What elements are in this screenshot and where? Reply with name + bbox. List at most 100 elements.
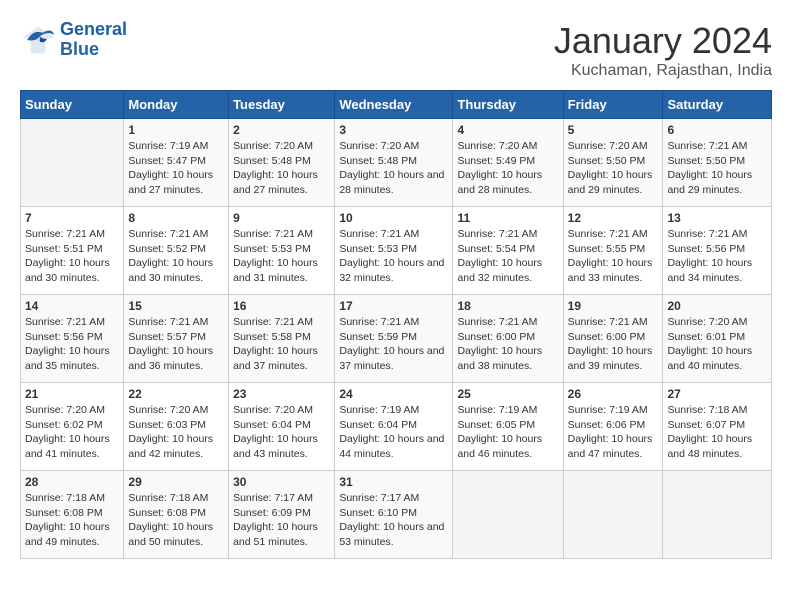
week-row-4: 28 Sunrise: 7:18 AMSunset: 6:08 PMDayligh… [21,471,772,559]
day-number: 15 [128,299,224,313]
calendar-cell [453,471,563,559]
calendar-cell: 9 Sunrise: 7:21 AMSunset: 5:53 PMDaylight… [229,207,335,295]
calendar-cell: 25 Sunrise: 7:19 AMSunset: 6:05 PMDayligh… [453,383,563,471]
day-info: Sunrise: 7:21 AMSunset: 5:58 PMDaylight:… [233,315,330,374]
calendar-cell: 3 Sunrise: 7:20 AMSunset: 5:48 PMDaylight… [335,119,453,207]
calendar-cell: 29Sunrise: 7:18 AMSunset: 6:08 PMDayligh… [124,471,229,559]
day-info: Sunrise: 7:21 AMSunset: 5:59 PMDaylight:… [339,315,448,374]
day-number: 25 [457,387,558,401]
day-info: Sunrise: 7:20 AMSunset: 5:48 PMDaylight:… [339,139,448,198]
month-title: January 2024 [554,20,772,62]
calendar-cell: 7Sunrise: 7:21 AMSunset: 5:51 PMDaylight… [21,207,124,295]
logo-text-blue: Blue [60,40,127,60]
calendar-cell: 24 Sunrise: 7:19 AMSunset: 6:04 PMDayligh… [335,383,453,471]
day-number: 3 [339,123,448,137]
day-info: Sunrise: 7:21 AMSunset: 5:52 PMDaylight:… [128,227,224,286]
calendar-cell: 5Sunrise: 7:20 AMSunset: 5:50 PMDaylight… [563,119,663,207]
day-number: 26 [568,387,659,401]
calendar-cell: 28 Sunrise: 7:18 AMSunset: 6:08 PMDayligh… [21,471,124,559]
day-info: Sunrise: 7:21 AMSunset: 6:00 PMDaylight:… [568,315,659,374]
calendar-cell: 11Sunrise: 7:21 AMSunset: 5:54 PMDayligh… [453,207,563,295]
calendar-cell: 14 Sunrise: 7:21 AMSunset: 5:56 PMDayligh… [21,295,124,383]
day-number: 31 [339,475,448,489]
calendar-cell: 10 Sunrise: 7:21 AMSunset: 5:53 PMDayligh… [335,207,453,295]
calendar-cell: 4 Sunrise: 7:20 AMSunset: 5:49 PMDaylight… [453,119,563,207]
day-number: 9 [233,211,330,225]
header-cell-thursday: Thursday [453,91,563,119]
day-number: 23 [233,387,330,401]
calendar-cell: 18 Sunrise: 7:21 AMSunset: 6:00 PMDayligh… [453,295,563,383]
calendar-cell: 30Sunrise: 7:17 AMSunset: 6:09 PMDayligh… [229,471,335,559]
page-header: General Blue January 2024 Kuchaman, Raja… [20,20,772,80]
calendar-cell: 26 Sunrise: 7:19 AMSunset: 6:06 PMDayligh… [563,383,663,471]
calendar-cell: 27 Sunrise: 7:18 AMSunset: 6:07 PMDayligh… [663,383,772,471]
calendar-cell: 20Sunrise: 7:20 AMSunset: 6:01 PMDayligh… [663,295,772,383]
day-number: 6 [667,123,767,137]
day-number: 18 [457,299,558,313]
day-number: 28 [25,475,119,489]
day-info: Sunrise: 7:21 AMSunset: 6:00 PMDaylight:… [457,315,558,374]
day-info: Sunrise: 7:21 AMSunset: 5:51 PMDaylight:… [25,227,119,286]
calendar-table: SundayMondayTuesdayWednesdayThursdayFrid… [20,90,772,559]
day-info: Sunrise: 7:20 AMSunset: 5:50 PMDaylight:… [568,139,659,198]
calendar-cell: 6 Sunrise: 7:21 AMSunset: 5:50 PMDaylight… [663,119,772,207]
calendar-cell: 1Sunrise: 7:19 AMSunset: 5:47 PMDaylight… [124,119,229,207]
calendar-cell: 16 Sunrise: 7:21 AMSunset: 5:58 PMDayligh… [229,295,335,383]
calendar-cell [563,471,663,559]
day-info: Sunrise: 7:18 AMSunset: 6:08 PMDaylight:… [128,491,224,550]
day-info: Sunrise: 7:19 AMSunset: 6:06 PMDaylight:… [568,403,659,462]
week-row-3: 21 Sunrise: 7:20 AMSunset: 6:02 PMDayligh… [21,383,772,471]
day-info: Sunrise: 7:21 AMSunset: 5:56 PMDaylight:… [667,227,767,286]
calendar-cell: 19Sunrise: 7:21 AMSunset: 6:00 PMDayligh… [563,295,663,383]
day-info: Sunrise: 7:17 AMSunset: 6:09 PMDaylight:… [233,491,330,550]
day-info: Sunrise: 7:18 AMSunset: 6:08 PMDaylight:… [25,491,119,550]
day-info: Sunrise: 7:17 AMSunset: 6:10 PMDaylight:… [339,491,448,550]
day-number: 4 [457,123,558,137]
day-number: 2 [233,123,330,137]
day-info: Sunrise: 7:21 AMSunset: 5:50 PMDaylight:… [667,139,767,198]
day-info: Sunrise: 7:21 AMSunset: 5:55 PMDaylight:… [568,227,659,286]
day-info: Sunrise: 7:20 AMSunset: 5:49 PMDaylight:… [457,139,558,198]
day-number: 10 [339,211,448,225]
location: Kuchaman, Rajasthan, India [554,62,772,80]
day-number: 12 [568,211,659,225]
calendar-header: SundayMondayTuesdayWednesdayThursdayFrid… [21,91,772,119]
day-info: Sunrise: 7:19 AMSunset: 6:05 PMDaylight:… [457,403,558,462]
day-info: Sunrise: 7:21 AMSunset: 5:53 PMDaylight:… [233,227,330,286]
header-cell-sunday: Sunday [21,91,124,119]
day-info: Sunrise: 7:20 AMSunset: 6:03 PMDaylight:… [128,403,224,462]
header-cell-saturday: Saturday [663,91,772,119]
week-row-0: 1Sunrise: 7:19 AMSunset: 5:47 PMDaylight… [21,119,772,207]
week-row-2: 14 Sunrise: 7:21 AMSunset: 5:56 PMDayligh… [21,295,772,383]
day-info: Sunrise: 7:20 AMSunset: 6:02 PMDaylight:… [25,403,119,462]
logo-text-general: General [60,20,127,40]
day-number: 24 [339,387,448,401]
day-number: 14 [25,299,119,313]
header-cell-tuesday: Tuesday [229,91,335,119]
week-row-1: 7Sunrise: 7:21 AMSunset: 5:51 PMDaylight… [21,207,772,295]
day-info: Sunrise: 7:20 AMSunset: 6:01 PMDaylight:… [667,315,767,374]
day-number: 21 [25,387,119,401]
day-number: 17 [339,299,448,313]
calendar-cell: 17 Sunrise: 7:21 AMSunset: 5:59 PMDayligh… [335,295,453,383]
day-info: Sunrise: 7:19 AMSunset: 6:04 PMDaylight:… [339,403,448,462]
day-info: Sunrise: 7:21 AMSunset: 5:56 PMDaylight:… [25,315,119,374]
day-number: 22 [128,387,224,401]
day-number: 11 [457,211,558,225]
calendar-cell: 22 Sunrise: 7:20 AMSunset: 6:03 PMDayligh… [124,383,229,471]
day-number: 27 [667,387,767,401]
day-number: 16 [233,299,330,313]
header-row: SundayMondayTuesdayWednesdayThursdayFrid… [21,91,772,119]
day-number: 13 [667,211,767,225]
day-info: Sunrise: 7:21 AMSunset: 5:57 PMDaylight:… [128,315,224,374]
calendar-cell: 21 Sunrise: 7:20 AMSunset: 6:02 PMDayligh… [21,383,124,471]
day-info: Sunrise: 7:21 AMSunset: 5:53 PMDaylight:… [339,227,448,286]
header-cell-wednesday: Wednesday [335,91,453,119]
calendar-cell: 15 Sunrise: 7:21 AMSunset: 5:57 PMDayligh… [124,295,229,383]
calendar-body: 1Sunrise: 7:19 AMSunset: 5:47 PMDaylight… [21,119,772,559]
calendar-cell [21,119,124,207]
day-info: Sunrise: 7:18 AMSunset: 6:07 PMDaylight:… [667,403,767,462]
header-cell-monday: Monday [124,91,229,119]
title-block: January 2024 Kuchaman, Rajasthan, India [554,20,772,80]
calendar-cell: 2Sunrise: 7:20 AMSunset: 5:48 PMDaylight… [229,119,335,207]
